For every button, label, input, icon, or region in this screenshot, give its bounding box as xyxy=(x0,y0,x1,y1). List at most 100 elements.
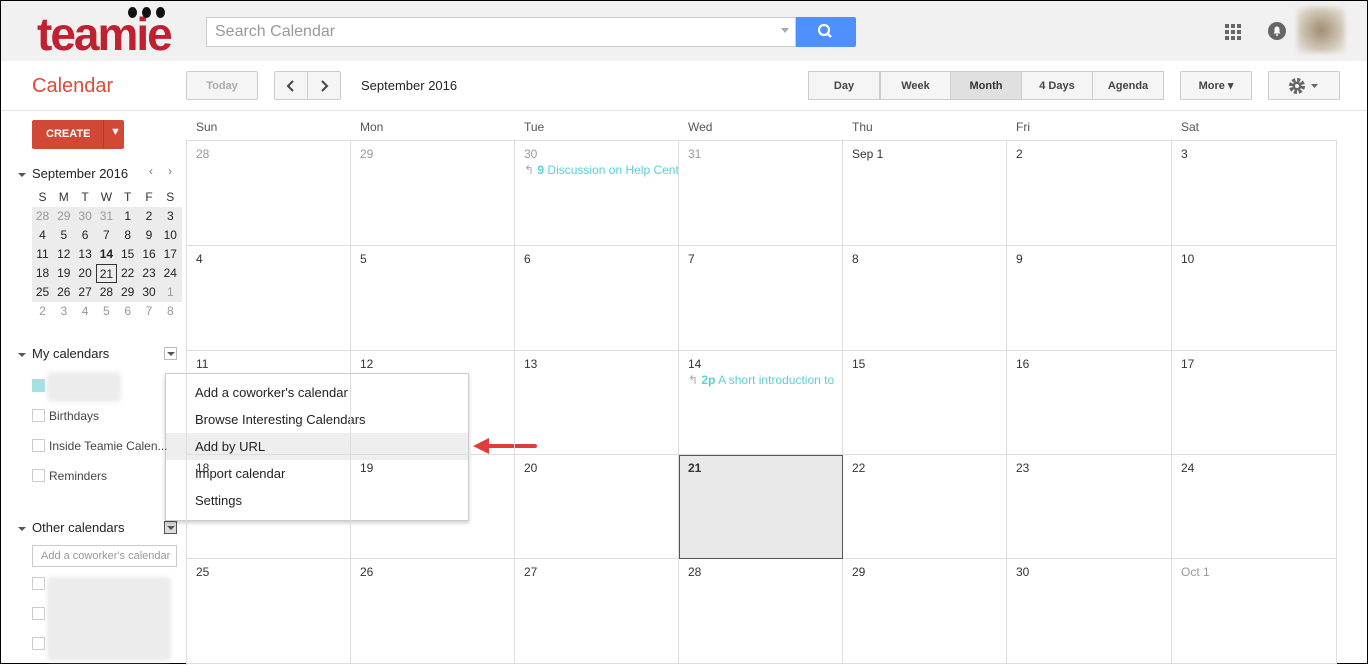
search-input[interactable]: Search Calendar xyxy=(206,17,796,47)
mini-day[interactable]: 12 xyxy=(53,245,74,264)
calendar-day-cell[interactable]: 29 xyxy=(351,141,515,246)
settings-button[interactable] xyxy=(1268,71,1340,100)
calendar-day-cell[interactable]: 10 xyxy=(1172,246,1337,351)
calendar-day-cell[interactable]: 9 xyxy=(1007,246,1172,351)
mini-day[interactable]: 9 xyxy=(139,226,160,245)
today-button[interactable]: Today xyxy=(186,71,258,100)
view-tab-day[interactable]: Day xyxy=(808,71,880,100)
calendar-name[interactable]: Inside Teamie Calen... xyxy=(49,439,168,453)
mini-day[interactable]: 24 xyxy=(160,264,181,283)
next-button[interactable] xyxy=(307,71,341,100)
mini-day[interactable]: 6 xyxy=(117,302,138,321)
avatar[interactable] xyxy=(1297,7,1345,53)
mini-day[interactable]: 8 xyxy=(117,226,138,245)
mini-day[interactable]: 20 xyxy=(75,264,96,283)
view-tab-month[interactable]: Month xyxy=(950,71,1022,100)
calendar-day-cell[interactable]: 18 xyxy=(187,455,351,559)
calendar-checkbox[interactable] xyxy=(32,577,45,590)
mini-day[interactable]: 25 xyxy=(32,283,53,302)
mini-day[interactable]: 29 xyxy=(53,207,74,226)
other-calendars-dropdown-icon[interactable] xyxy=(164,521,177,534)
prev-button[interactable] xyxy=(274,71,308,100)
collapse-caret-icon[interactable] xyxy=(18,527,26,531)
mini-day[interactable]: 29 xyxy=(117,283,138,302)
search-button[interactable] xyxy=(796,17,856,47)
view-tab-agenda[interactable]: Agenda xyxy=(1092,71,1164,100)
calendar-day-cell[interactable]: 11 xyxy=(187,351,351,455)
calendar-day-cell[interactable]: 28 xyxy=(679,559,843,664)
calendar-day-cell[interactable]: 7 xyxy=(679,246,843,351)
calendar-day-cell[interactable]: 29 xyxy=(843,559,1007,664)
create-dropdown-icon[interactable]: ▼ xyxy=(110,126,121,138)
mini-day[interactable]: 1 xyxy=(160,283,181,302)
mini-day[interactable]: 14 xyxy=(96,245,117,264)
calendar-day-cell[interactable]: 2 xyxy=(1007,141,1172,246)
mini-day[interactable]: 5 xyxy=(53,226,74,245)
calendar-day-cell[interactable]: 20 xyxy=(515,455,679,559)
mini-day[interactable]: 7 xyxy=(139,302,160,321)
calendar-day-cell[interactable]: Sep 1 xyxy=(843,141,1007,246)
calendar-day-cell[interactable]: Oct 1 xyxy=(1172,559,1337,664)
mini-day[interactable]: 22 xyxy=(117,264,138,283)
calendar-day-cell[interactable]: 4 xyxy=(187,246,351,351)
calendar-day-cell[interactable]: 15 xyxy=(843,351,1007,455)
teamie-logo[interactable]: teamie xyxy=(37,7,173,59)
calendar-event[interactable]: ↰ 9 Discussion on Help Center xyxy=(524,163,678,177)
calendar-day-cell[interactable]: 22 xyxy=(843,455,1007,559)
calendar-day-cell[interactable]: 19 xyxy=(351,455,515,559)
collapse-caret-icon[interactable] xyxy=(18,173,26,177)
mini-day[interactable]: 7 xyxy=(96,226,117,245)
view-tab-4-days[interactable]: 4 Days xyxy=(1021,71,1093,100)
mini-day[interactable]: 2 xyxy=(32,302,53,321)
calendar-day-cell[interactable]: 16 xyxy=(1007,351,1172,455)
calendar-event[interactable]: ↰ 2p A short introduction to xyxy=(688,373,842,387)
mini-day[interactable]: 8 xyxy=(160,302,181,321)
calendar-day-cell[interactable]: 25 xyxy=(187,559,351,664)
calendar-day-cell[interactable]: 5 xyxy=(351,246,515,351)
calendar-checkbox[interactable] xyxy=(32,469,45,482)
mini-day[interactable]: 30 xyxy=(139,283,160,302)
mini-day[interactable]: 28 xyxy=(32,207,53,226)
my-calendars-dropdown-icon[interactable] xyxy=(164,347,177,360)
mini-day[interactable]: 26 xyxy=(53,283,74,302)
collapse-caret-icon[interactable] xyxy=(18,353,26,357)
mini-day[interactable]: 28 xyxy=(96,283,117,302)
calendar-day-cell[interactable]: 23 xyxy=(1007,455,1172,559)
mini-next-icon[interactable]: › xyxy=(168,164,172,178)
calendar-day-cell[interactable]: 17 xyxy=(1172,351,1337,455)
calendar-day-cell[interactable]: 31 xyxy=(679,141,843,246)
mini-day[interactable]: 11 xyxy=(32,245,53,264)
calendar-day-cell[interactable]: 14 xyxy=(679,351,843,455)
more-button[interactable]: More ▾ xyxy=(1180,71,1252,100)
mini-day[interactable]: 19 xyxy=(53,264,74,283)
calendar-day-cell[interactable]: 8 xyxy=(843,246,1007,351)
notifications-bell-icon[interactable] xyxy=(1267,21,1287,41)
add-coworker-input[interactable]: Add a coworker's calendar xyxy=(32,545,177,567)
mini-day[interactable]: 5 xyxy=(96,302,117,321)
mini-day[interactable]: 13 xyxy=(75,245,96,264)
mini-day[interactable]: 1 xyxy=(117,207,138,226)
mini-day[interactable]: 16 xyxy=(139,245,160,264)
create-button[interactable]: CREATE ▼ xyxy=(32,120,124,149)
calendar-checkbox[interactable] xyxy=(32,409,45,422)
calendar-day-cell[interactable]: 12 xyxy=(351,351,515,455)
mini-prev-icon[interactable]: ‹ xyxy=(149,164,153,178)
mini-day[interactable]: 27 xyxy=(75,283,96,302)
mini-day[interactable]: 4 xyxy=(75,302,96,321)
calendar-color-swatch[interactable] xyxy=(32,379,45,392)
mini-day[interactable]: 6 xyxy=(75,226,96,245)
calendar-checkbox[interactable] xyxy=(32,607,45,620)
apps-grid-icon[interactable] xyxy=(1224,23,1242,41)
calendar-name[interactable]: Reminders xyxy=(49,469,107,483)
calendar-day-cell[interactable]: 30 xyxy=(515,141,679,246)
calendar-checkbox[interactable] xyxy=(32,637,45,650)
mini-day[interactable]: 2 xyxy=(139,207,160,226)
mini-day[interactable]: 17 xyxy=(160,245,181,264)
calendar-name[interactable]: Birthdays xyxy=(49,409,99,423)
calendar-day-cell[interactable]: 3 xyxy=(1172,141,1337,246)
calendar-day-cell[interactable]: 13 xyxy=(515,351,679,455)
view-tab-week[interactable]: Week xyxy=(880,71,951,100)
mini-day[interactable]: 10 xyxy=(160,226,181,245)
calendar-day-cell[interactable]: 6 xyxy=(515,246,679,351)
mini-day[interactable]: 18 xyxy=(32,264,53,283)
